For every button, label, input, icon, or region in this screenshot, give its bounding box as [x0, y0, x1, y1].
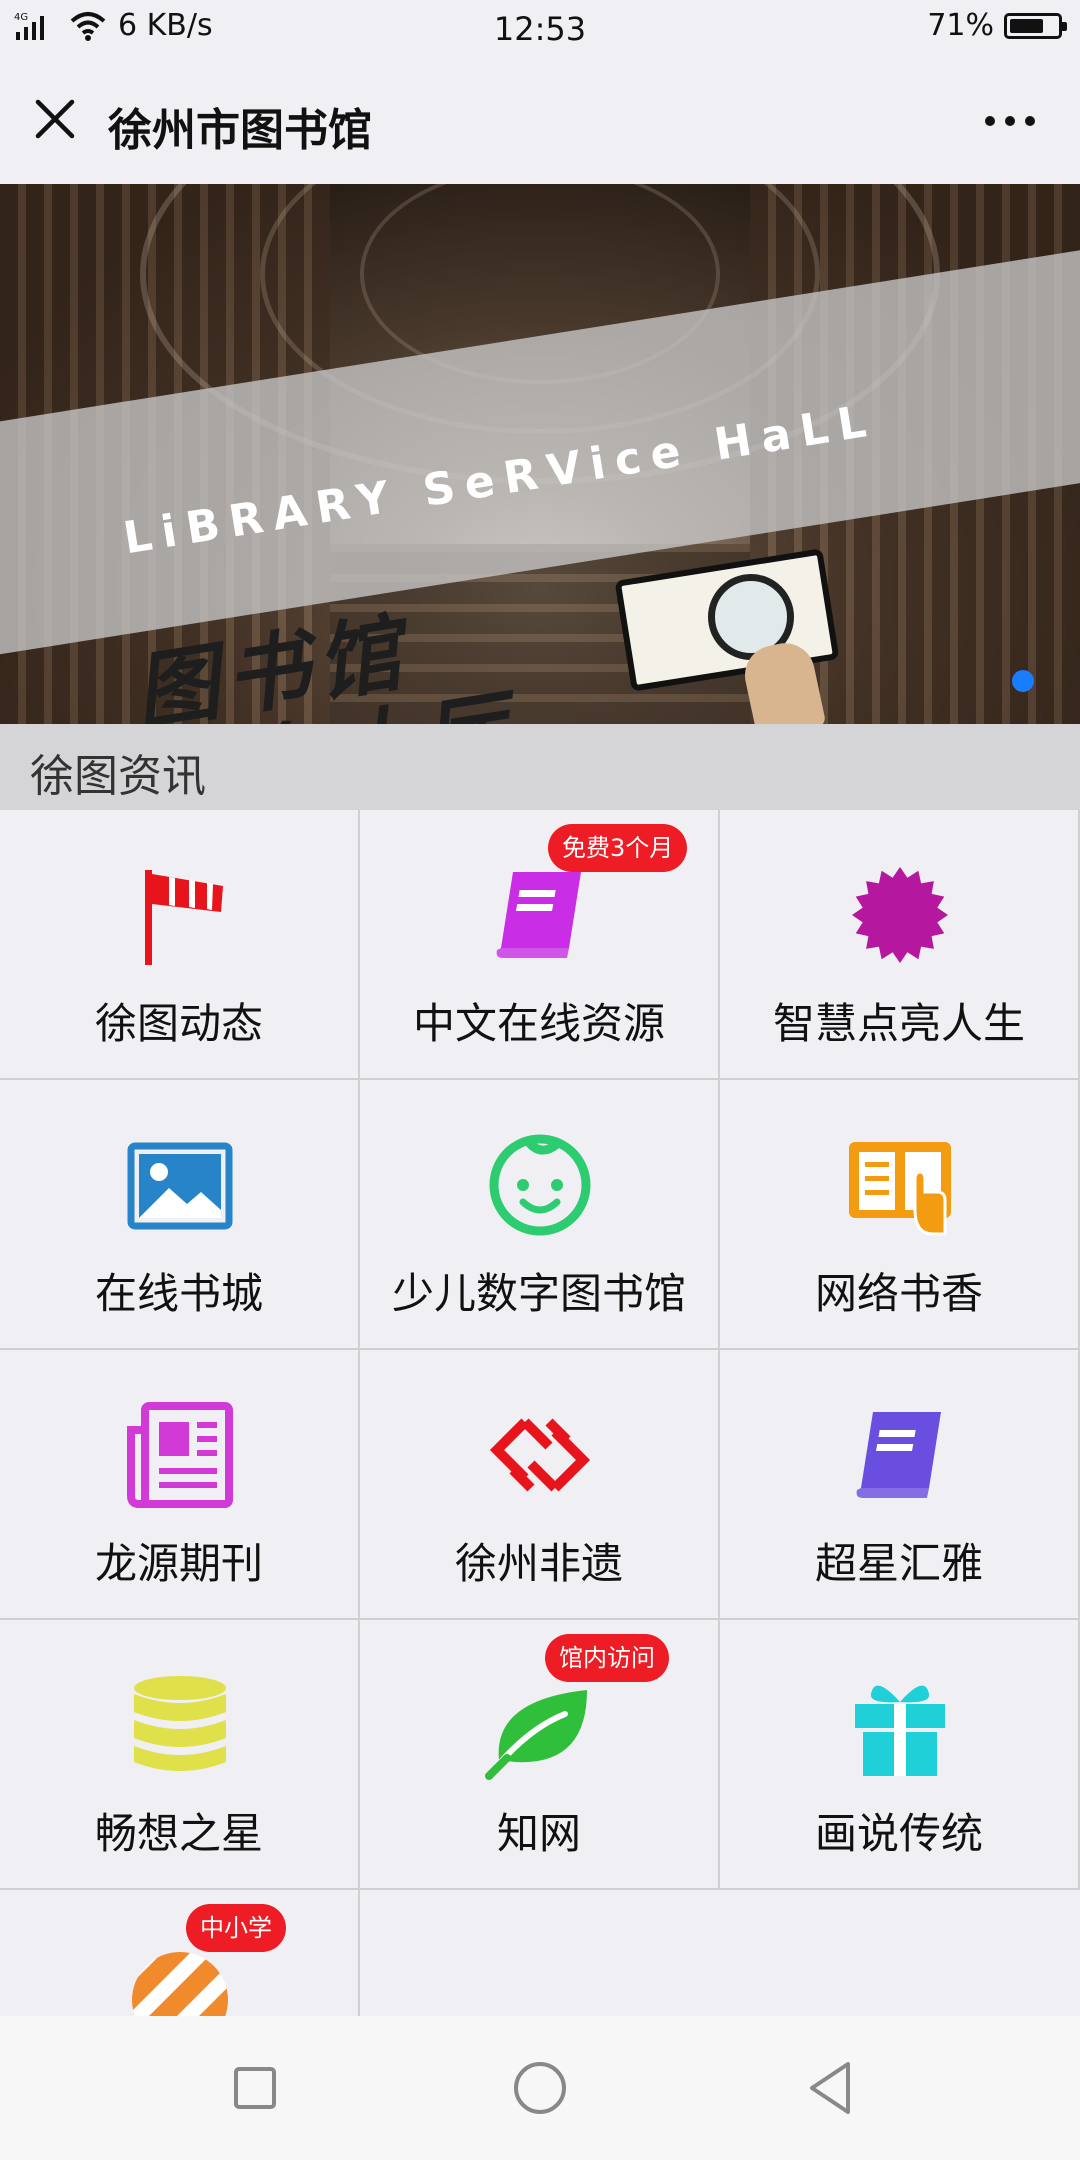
grid-item-book[interactable]: 超星汇雅: [720, 1350, 1080, 1620]
grid-item-reader-hand[interactable]: 网络书香: [720, 1080, 1080, 1350]
grid-item-baby-face[interactable]: 少儿数字图书馆: [360, 1080, 720, 1350]
windsock-icon: [125, 860, 235, 970]
page-title: 徐州市图书馆: [108, 105, 372, 156]
baby-face-icon: [485, 1130, 595, 1240]
grid-item-image[interactable]: 在线书城: [0, 1080, 360, 1350]
service-grid: 徐图动态 中文在线资源 免费3个月智慧点亮人生在线书城 少儿数字图书馆 网络书香龙源期刊…: [0, 810, 1080, 2160]
grid-item-label: 徐图动态: [94, 999, 263, 1048]
grid-item-label: 智慧点亮人生: [772, 999, 1025, 1048]
image-icon: [125, 1130, 235, 1240]
grid-item-label: 龙源期刊: [94, 1539, 263, 1588]
gift-icon: [845, 1670, 955, 1780]
grid-item-starburst[interactable]: 智慧点亮人生: [720, 810, 1080, 1080]
leaf-icon: [485, 1670, 595, 1780]
grid-item-link-diamond[interactable]: 徐州非遗: [360, 1350, 720, 1620]
reader-hand-icon: [845, 1130, 955, 1240]
section-header: 徐图资讯: [0, 724, 1080, 810]
promo-badge: 中小学: [186, 1904, 286, 1952]
grid-item-label: 徐州非遗: [454, 1539, 623, 1588]
book-icon: [485, 860, 595, 970]
promo-badge: 免费3个月: [548, 824, 688, 872]
grid-item-label: 少儿数字图书馆: [391, 1269, 686, 1318]
battery-percent: 71%: [927, 8, 994, 43]
starburst-icon: [845, 860, 955, 970]
triangle-back-icon[interactable]: [800, 2058, 860, 2118]
section-title: 徐图资讯: [30, 751, 206, 802]
newspaper-icon: [125, 1400, 235, 1510]
grid-item-windsock[interactable]: 徐图动态: [0, 810, 360, 1080]
promo-badge: 馆内访问: [545, 1634, 669, 1682]
banner-carousel[interactable]: LiBRARY SeRVice HaLL 图书馆 服务大厅: [0, 184, 1080, 724]
grid-item-label: 画说传统: [814, 1809, 983, 1858]
square-icon[interactable]: [225, 2058, 285, 2118]
grid-item-newspaper[interactable]: 龙源期刊: [0, 1350, 360, 1620]
book-icon: [845, 1400, 955, 1510]
more-button[interactable]: [980, 106, 1040, 136]
database-icon: [125, 1670, 235, 1780]
title-bar: 徐州市图书馆: [0, 56, 1080, 184]
link-diamond-icon: [485, 1400, 595, 1510]
grid-item-label: 畅想之星: [94, 1809, 263, 1858]
circle-icon[interactable]: [510, 2058, 570, 2118]
grid-item-database[interactable]: 畅想之星: [0, 1620, 360, 1890]
grid-item-label: 网络书香: [814, 1269, 983, 1318]
grid-item-label: 在线书城: [94, 1269, 263, 1318]
status-right: 71%: [927, 8, 1067, 43]
system-nav-bar: [0, 2016, 1080, 2160]
grid-item-label: 知网: [496, 1809, 581, 1858]
close-icon[interactable]: [30, 94, 80, 144]
grid-item-label: 超星汇雅: [814, 1539, 983, 1588]
carousel-indicator[interactable]: [1012, 670, 1034, 692]
battery-icon: [1004, 12, 1067, 39]
more-dots-icon: [985, 116, 995, 126]
clock: 12:53: [493, 10, 587, 48]
grid-item-gift[interactable]: 画说传统: [720, 1620, 1080, 1890]
status-bar: 4G 6 KB/s 12:53 71%: [0, 0, 1080, 56]
grid-item-label: 中文在线资源: [412, 999, 665, 1048]
